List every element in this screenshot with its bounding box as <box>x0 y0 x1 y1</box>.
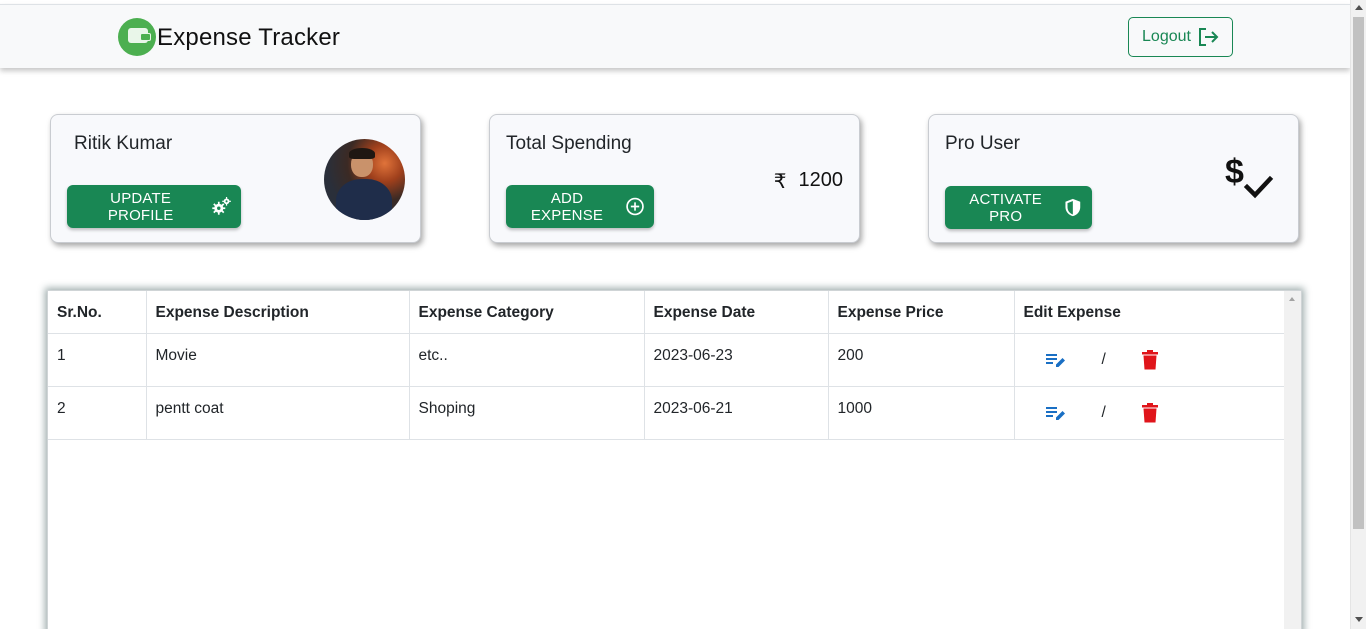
currency-symbol: ₹ <box>773 171 787 193</box>
pro-user-title: Pro User <box>945 133 1020 154</box>
header-edit-expense: Edit Expense <box>1014 291 1284 334</box>
svg-text:$: $ <box>1225 153 1244 191</box>
cell-description: Movie <box>146 333 410 387</box>
total-spending-title: Total Spending <box>506 133 632 154</box>
add-expense-label: ADD EXPENSE <box>530 189 604 224</box>
cell-actions: / <box>1014 333 1284 387</box>
cell-date: 2023-06-23 <box>644 333 829 387</box>
avatar <box>324 139 405 220</box>
page-scrollbar[interactable] <box>1350 0 1366 629</box>
cell-price: 1000 <box>828 386 1015 440</box>
logout-label: Logout <box>1142 28 1191 45</box>
spending-card: Total Spending ₹ 1200 ADD EXPENSE <box>489 114 860 243</box>
header-expense-category: Expense Category <box>409 291 645 334</box>
navbar: Expense Tracker Logout <box>0 4 1350 68</box>
header-expense-date: Expense Date <box>644 291 829 334</box>
cell-category: Shoping <box>409 386 645 440</box>
header-expense-price: Expense Price <box>828 291 1015 334</box>
scroll-up-arrow-icon[interactable] <box>1355 5 1363 10</box>
activate-pro-label: ACTIVATE PRO <box>969 190 1043 225</box>
header-sr-no: Sr.No. <box>48 291 147 334</box>
activate-pro-button[interactable]: ACTIVATE PRO <box>945 186 1092 229</box>
update-profile-label: UPDATE PROFILE <box>107 189 174 224</box>
total-amount-value: 1200 <box>798 169 844 191</box>
expenses-table: Sr.No. Expense Description Expense Categ… <box>48 291 1284 440</box>
cell-price: 200 <box>828 333 1015 387</box>
scroll-down-arrow-icon[interactable] <box>1355 617 1363 622</box>
header-expense-description: Expense Description <box>146 291 410 334</box>
shield-icon <box>1065 198 1081 217</box>
logout-button[interactable]: Logout <box>1128 17 1233 57</box>
total-amount: ₹ 1200 <box>774 169 843 194</box>
cell-sr-no: 2 <box>48 386 147 440</box>
cell-actions: / <box>1014 386 1284 440</box>
scroll-up-arrow-icon[interactable] <box>1289 297 1295 301</box>
table-header-row: Sr.No. Expense Description Expense Categ… <box>48 291 1284 334</box>
edit-note-icon[interactable] <box>1045 352 1066 368</box>
brand-title[interactable]: Expense Tracker <box>157 24 340 52</box>
gears-icon <box>212 196 232 215</box>
table-row: 1 Movie etc.. 2023-06-23 200 / <box>48 333 1284 387</box>
scrollbar-thumb[interactable] <box>1353 17 1364 529</box>
trash-icon[interactable] <box>1141 349 1158 370</box>
cell-date: 2023-06-21 <box>644 386 829 440</box>
table-row: 2 pentt coat Shoping 2023-06-21 1000 / <box>48 386 1284 440</box>
pro-card: Pro User ACTIVATE PRO $ <box>928 114 1299 243</box>
plus-circle-icon <box>626 197 644 216</box>
cell-category: etc.. <box>409 333 645 387</box>
dollar-check-icon: $ <box>1225 153 1274 199</box>
profile-card: Ritik Kumar UPDATE PROFILE <box>50 114 421 243</box>
wallet-icon[interactable] <box>118 18 156 56</box>
cell-description: pentt coat <box>146 386 410 440</box>
action-separator: / <box>1101 403 1106 421</box>
add-expense-button[interactable]: ADD EXPENSE <box>506 185 654 228</box>
trash-icon[interactable] <box>1141 402 1158 423</box>
page: Expense Tracker Logout Ritik Kumar UPDAT… <box>0 0 1366 629</box>
expenses-table-container[interactable]: Sr.No. Expense Description Expense Categ… <box>47 290 1302 629</box>
edit-note-icon[interactable] <box>1045 405 1066 421</box>
cell-sr-no: 1 <box>48 333 147 387</box>
table-scrollbar[interactable] <box>1284 291 1301 629</box>
box-arrow-right-icon <box>1198 28 1219 46</box>
action-separator: / <box>1101 350 1106 368</box>
user-name: Ritik Kumar <box>74 133 173 154</box>
update-profile-button[interactable]: UPDATE PROFILE <box>67 185 241 228</box>
